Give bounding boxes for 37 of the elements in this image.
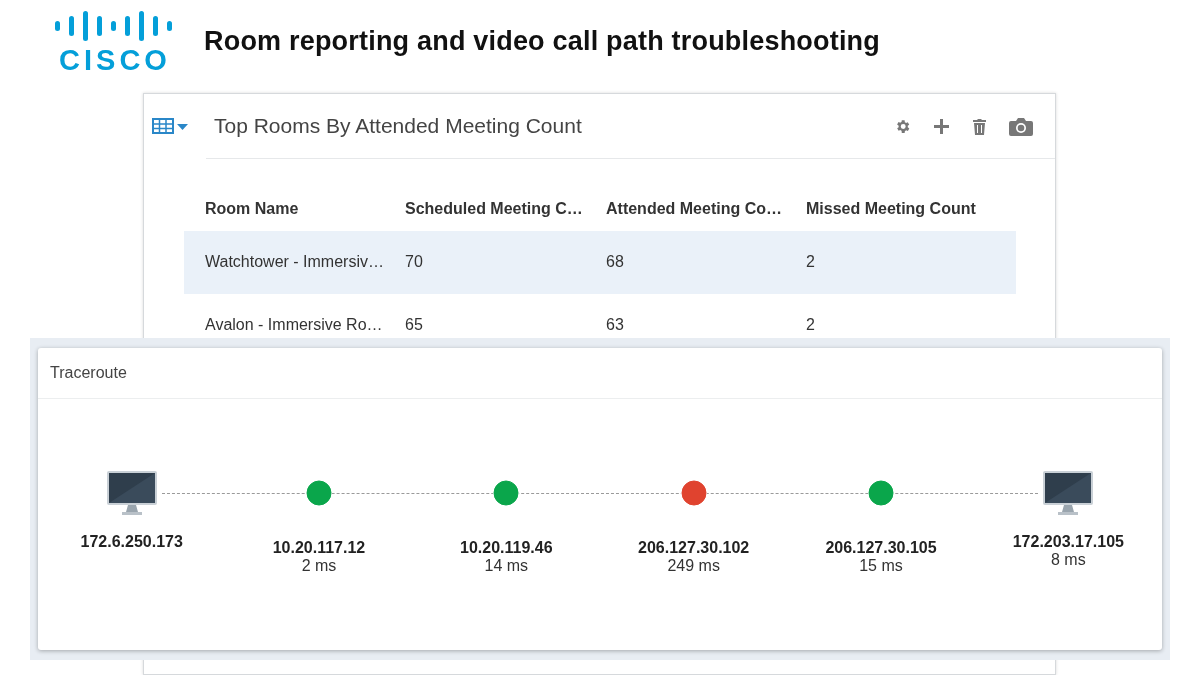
table-cell-text: 70 — [405, 253, 424, 272]
table-view-icon[interactable] — [152, 117, 190, 136]
bars-logo-icon — [52, 10, 174, 43]
table-cell-text: Avalon - Immersive Ro… — [205, 316, 384, 335]
ip-address-label: 10.20.119.46 — [460, 539, 553, 557]
report-title: Top Rooms By Attended Meeting Count — [214, 114, 583, 139]
monitor-icon — [1042, 470, 1095, 516]
table-cell-text: 68 — [606, 253, 625, 272]
ip-address-label: 172.203.17.105 — [1012, 533, 1124, 551]
table-cell-text: Watchtower - Immersiv… — [205, 253, 385, 272]
monitor-icon — [105, 470, 158, 516]
column-header[interactable]: Room Name — [205, 200, 405, 219]
table-cell-text: 2 — [806, 253, 816, 272]
latency-label: 15 ms — [859, 557, 903, 575]
camera-icon[interactable] — [1009, 116, 1033, 136]
ip-address-label: 10.20.117.12 — [272, 539, 366, 557]
column-header[interactable]: Attended Meeting Co… — [606, 200, 806, 219]
latency-label: 8 ms — [1051, 551, 1086, 569]
table-cell-text: 2 — [806, 316, 816, 335]
ip-address-label: 172.6.250.173 — [80, 533, 183, 551]
ip-address-label: 206.127.30.105 — [825, 539, 937, 557]
table-cell-text: 63 — [606, 316, 625, 335]
latency-label: 2 ms — [301, 557, 337, 575]
column-header[interactable]: Missed Meeting Count — [806, 200, 1016, 219]
table-row[interactable]: Avalon - Immersive Ro… 65 63 2 — [184, 294, 1016, 335]
settings-icon[interactable] — [894, 117, 911, 135]
table-cell-text: 65 — [405, 316, 424, 335]
latency-label: 249 ms — [667, 557, 720, 575]
ip-address-label: 206.127.30.102 — [638, 539, 750, 557]
table-row[interactable]: Watchtower - Immersiv… 70 68 2 — [184, 231, 1016, 295]
panel-title: Traceroute — [50, 364, 127, 382]
add-icon[interactable] — [933, 117, 950, 135]
latency-label: 14 ms — [484, 557, 529, 575]
delete-icon[interactable] — [972, 117, 987, 135]
column-header[interactable]: Scheduled Meeting C… — [405, 200, 606, 219]
page-title: Room reporting and video call path troubleshooting — [204, 26, 880, 58]
logo-text: CISCO — [59, 46, 171, 76]
